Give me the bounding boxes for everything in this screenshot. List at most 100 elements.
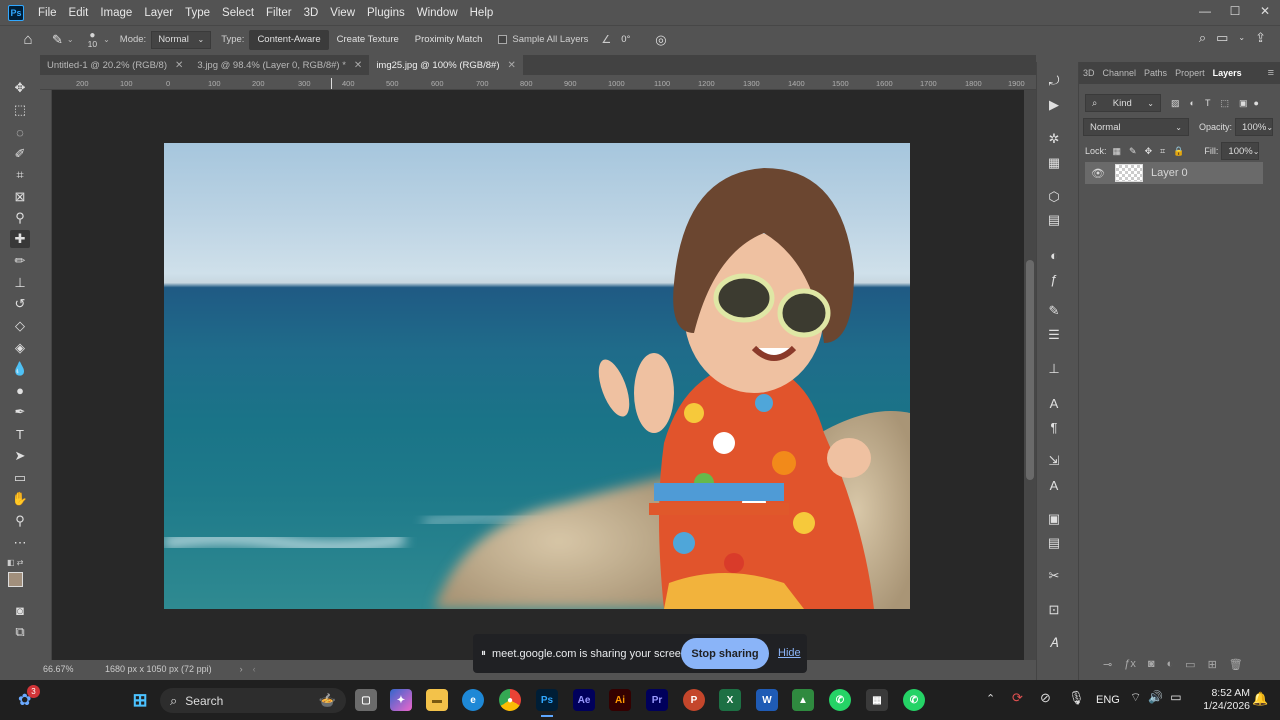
history-brush-tool-icon[interactable]: ↺ bbox=[10, 295, 30, 313]
frame-tool-icon[interactable]: ⊠ bbox=[10, 188, 30, 206]
task-view-icon[interactable]: ▢ bbox=[355, 689, 377, 711]
type-panel-icon[interactable]: 𝐴 bbox=[1044, 634, 1064, 652]
tab-channels[interactable]: Channel bbox=[1099, 68, 1141, 78]
menu-select[interactable]: Select bbox=[216, 7, 260, 19]
chevron-down-icon[interactable]: ⌄ bbox=[103, 35, 110, 44]
copilot-icon[interactable]: ✦ bbox=[390, 689, 412, 711]
paint-bucket-tool-icon[interactable]: ◈ bbox=[10, 339, 30, 357]
minimize-button[interactable]: — bbox=[1190, 0, 1220, 22]
brush-tool-icon[interactable]: ✏ bbox=[10, 252, 30, 270]
shape-filter-icon[interactable]: ⬚ bbox=[1220, 98, 1229, 109]
tab-3-jpg[interactable]: 3.jpg @ 98.4% (Layer 0, RGB/8#) * ✕ bbox=[190, 55, 369, 75]
smart-object-filter-icon[interactable]: ▣ bbox=[1239, 98, 1248, 109]
brush-size-picker[interactable]: ● 10 bbox=[88, 30, 97, 49]
new-layer-icon[interactable]: ⊞ bbox=[1208, 658, 1217, 671]
sample-all-layers-checkbox[interactable] bbox=[498, 35, 508, 44]
filter-toggle-icon[interactable]: ● bbox=[1253, 98, 1258, 108]
pressure-size-icon[interactable]: ◎ bbox=[655, 32, 666, 48]
brush-settings-icon[interactable]: ☰ bbox=[1044, 326, 1064, 344]
canvas-area[interactable] bbox=[52, 90, 1024, 660]
panel-menu-icon[interactable]: ≡ bbox=[1268, 67, 1274, 79]
blend-mode-select[interactable]: Normal ⌄ bbox=[1083, 118, 1189, 136]
properties-icon[interactable]: ▣ bbox=[1044, 510, 1064, 528]
chevron-down-icon[interactable]: ⌄ bbox=[1238, 33, 1245, 46]
glyphs-icon[interactable]: ⇲ bbox=[1044, 452, 1064, 470]
vertical-scrollbar[interactable] bbox=[1024, 90, 1036, 660]
marquee-tool-icon[interactable]: ⬚ bbox=[10, 101, 30, 119]
crop-tool-icon[interactable]: ⌗ bbox=[10, 166, 30, 184]
taskbar-search-box[interactable]: ⌕ Search 🍲 bbox=[160, 688, 346, 713]
language-indicator[interactable]: ENG bbox=[1096, 694, 1120, 706]
3d-icon[interactable]: ⬡ bbox=[1044, 188, 1064, 206]
share-icon[interactable]: ⇪ bbox=[1255, 30, 1266, 46]
type-tool-icon[interactable]: T bbox=[10, 425, 30, 443]
pen-tool-icon[interactable]: ✒ bbox=[10, 403, 30, 421]
after-effects-icon[interactable]: Ae bbox=[573, 689, 595, 711]
trash-icon[interactable]: 🗑 bbox=[1229, 658, 1243, 671]
eye-icon[interactable]: 👁 bbox=[1091, 167, 1105, 180]
menu-type[interactable]: Type bbox=[179, 7, 216, 19]
add-mask-icon[interactable]: ◙ bbox=[1148, 658, 1155, 671]
blur-tool-icon[interactable]: 💧 bbox=[10, 360, 30, 378]
whatsapp-business-icon[interactable]: ✆ bbox=[903, 689, 925, 711]
screen-mode-icon[interactable]: ⧉ bbox=[10, 623, 30, 641]
color-icon[interactable]: ◐ bbox=[1044, 246, 1064, 264]
premiere-icon[interactable]: Pr bbox=[646, 689, 668, 711]
rectangle-tool-icon[interactable]: ▭ bbox=[10, 469, 30, 487]
chevron-right-icon[interactable]: › bbox=[240, 664, 243, 674]
system-tray[interactable]: ⌔ 🔊 ▭ bbox=[1130, 690, 1182, 705]
clone-stamp-tool-icon[interactable]: ⊥ bbox=[10, 274, 30, 292]
restore-button[interactable]: ☐ bbox=[1220, 0, 1250, 22]
menu-edit[interactable]: Edit bbox=[63, 7, 95, 19]
fx-icon[interactable]: ƒx bbox=[1124, 658, 1136, 671]
close-button[interactable]: ✕ bbox=[1250, 0, 1280, 22]
levels-icon[interactable]: ▦ bbox=[1044, 154, 1064, 172]
menu-help[interactable]: Help bbox=[464, 7, 500, 19]
sync-icon[interactable]: ⟳ bbox=[1012, 690, 1023, 706]
menu-3d[interactable]: 3D bbox=[298, 7, 325, 19]
layer-name[interactable]: Layer 0 bbox=[1151, 167, 1188, 179]
chrome-icon[interactable]: ● bbox=[499, 689, 521, 711]
windows-start-icon[interactable]: ⊞ bbox=[129, 689, 151, 711]
dodge-tool-icon[interactable]: ● bbox=[10, 381, 30, 399]
menu-window[interactable]: Window bbox=[411, 7, 464, 19]
word-icon[interactable]: W bbox=[756, 689, 778, 711]
photoshop-icon[interactable]: Ps bbox=[536, 689, 558, 711]
notifications-bell-icon[interactable]: 🔔 bbox=[1252, 691, 1268, 707]
tab-3d[interactable]: 3D bbox=[1079, 68, 1099, 78]
spot-healing-brush-tool-icon[interactable]: ✚ bbox=[10, 230, 30, 248]
mode-select[interactable]: Normal ⌄ bbox=[151, 30, 212, 49]
menu-image[interactable]: Image bbox=[94, 7, 138, 19]
spot-healing-preset-icon[interactable]: ✎ bbox=[52, 32, 63, 48]
lock-all-icon[interactable]: 🔒 bbox=[1173, 146, 1184, 157]
angle-input[interactable]: 0° bbox=[615, 30, 650, 49]
move-tool-icon[interactable]: ✥ bbox=[10, 79, 30, 97]
close-icon[interactable]: ✕ bbox=[354, 60, 362, 71]
scrollbar-thumb[interactable] bbox=[1026, 260, 1034, 480]
edge-icon[interactable]: e bbox=[462, 689, 484, 711]
illustrator-icon[interactable]: Ai bbox=[609, 689, 631, 711]
menu-file[interactable]: File bbox=[32, 7, 63, 19]
type-filter-icon[interactable]: T bbox=[1205, 98, 1211, 108]
styles-icon[interactable]: ƒ bbox=[1044, 270, 1064, 288]
quick-selection-tool-icon[interactable]: ✐ bbox=[10, 145, 30, 163]
lock-position-icon[interactable]: ✥ bbox=[1145, 146, 1153, 157]
fill-input[interactable]: 100% ⌄ bbox=[1221, 142, 1259, 160]
lock-artboard-icon[interactable]: ⌗ bbox=[1160, 146, 1165, 157]
stop-sharing-button[interactable]: Stop sharing bbox=[681, 638, 769, 669]
menu-view[interactable]: View bbox=[324, 7, 361, 19]
tool-presets-icon[interactable]: ✂ bbox=[1044, 567, 1064, 585]
close-icon[interactable]: ✕ bbox=[175, 60, 183, 71]
quick-mask-icon[interactable]: ◙ bbox=[10, 601, 30, 619]
timeline-icon[interactable]: ⊡ bbox=[1044, 601, 1064, 619]
close-icon[interactable]: ✕ bbox=[507, 60, 515, 71]
calculator-icon[interactable]: ▦ bbox=[866, 689, 888, 711]
character-icon[interactable]: A bbox=[1044, 394, 1064, 412]
default-colors-icon[interactable]: ◧ ⇄ bbox=[7, 558, 23, 567]
lock-image-icon[interactable]: ✎ bbox=[1129, 146, 1137, 157]
drag-handle-icon[interactable]: ⏸ bbox=[481, 648, 486, 659]
zoom-level[interactable]: 66.67% bbox=[43, 664, 103, 674]
hide-link[interactable]: Hide bbox=[778, 647, 801, 659]
hand-tool-icon[interactable]: ✋ bbox=[10, 490, 30, 508]
clock[interactable]: 8:52 AM 1/24/2026 bbox=[1200, 687, 1250, 713]
